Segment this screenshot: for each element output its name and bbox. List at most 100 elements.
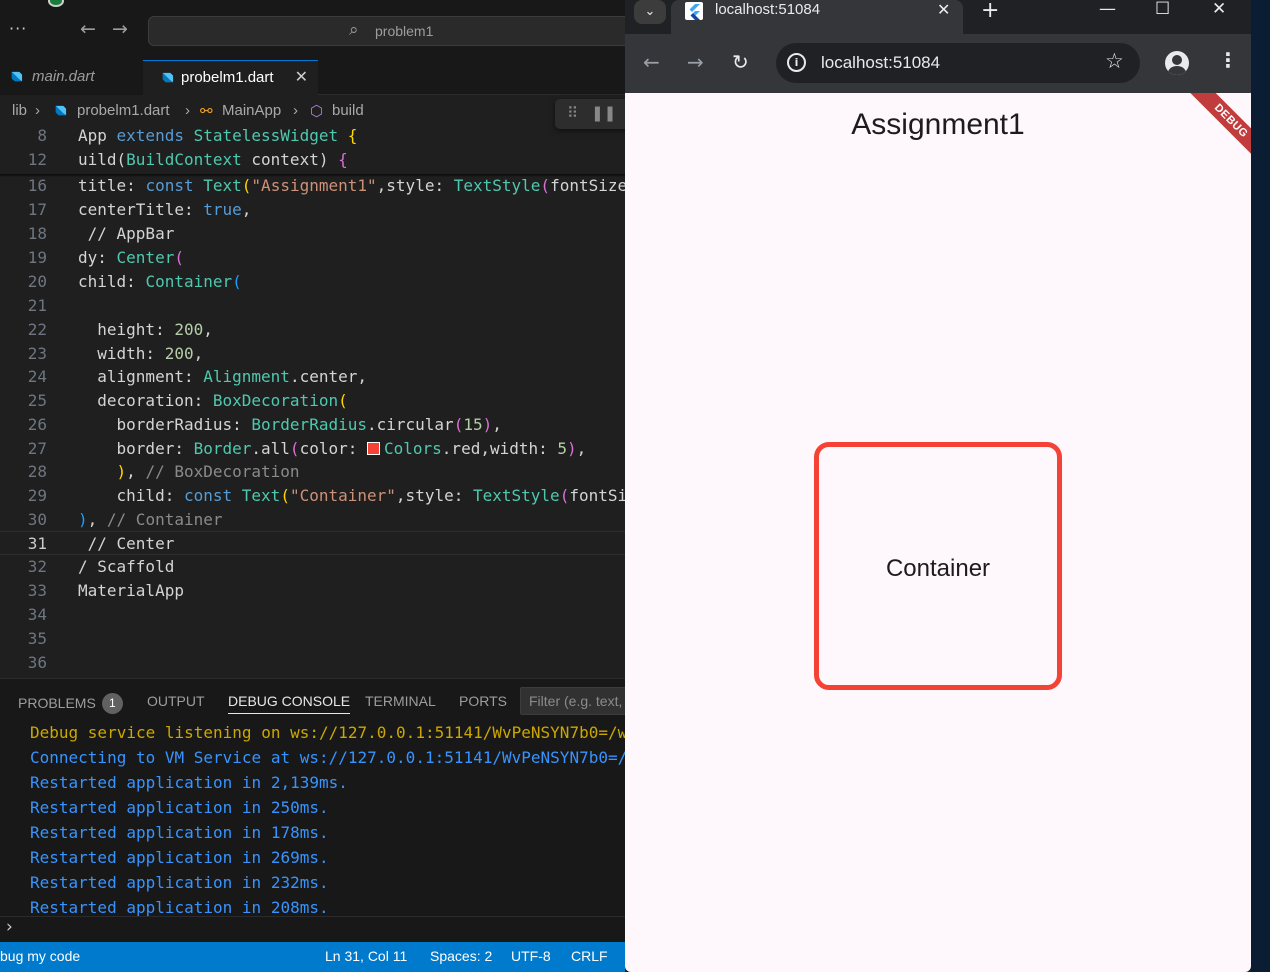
console-filter-input[interactable]: Filter (e.g. text, [520,687,625,715]
chevron-right-icon: › [6,917,13,937]
browser-toolbar: ← → ↻ i localhost:51084 ☆ ⋮ [625,34,1251,93]
code-line: 23 width: 200, [27,344,204,363]
tab-main-dart[interactable]: main.dart [0,60,143,95]
breadcrumb-folder[interactable]: lib [12,102,27,119]
command-center-text: problem1 [375,23,434,39]
code-line: 8 App extends StatelessWidget { [37,126,358,145]
status-eol[interactable]: CRLF [571,948,608,964]
window-close-icon[interactable]: ✕ [1212,0,1226,19]
code-line: 26 borderRadius: BorderRadius.circular(1… [27,415,502,434]
bottom-panel: PROBLEMS 1 OUTPUT DEBUG CONSOLE TERMINAL … [0,678,625,941]
color-swatch-red[interactable] [367,442,380,455]
dart-file-icon [55,105,67,116]
method-cube-icon: ⬡ [310,103,324,120]
app-bar-title: Assignment1 [851,108,1025,141]
flutter-app-viewport: Assignment1 DEBUG Container [625,93,1251,972]
code-line: 18 // AppBar [27,224,175,243]
class-icon: ⚯ [200,103,213,120]
desktop-background [1251,0,1270,972]
breadcrumb-class[interactable]: MainApp [222,102,281,119]
console-line: Restarted application in 250ms. [30,798,329,817]
code-line: 33 MaterialApp [27,581,184,600]
code-line: 34 [27,605,47,624]
console-line: Restarted application in 178ms. [30,823,329,842]
status-encoding[interactable]: UTF-8 [511,948,551,964]
code-line: 35 [27,629,47,648]
browser-window: ⌄ localhost:51084 ✕ + — ☐ ✕ ← → ↻ i loca… [625,0,1251,972]
dart-file-icon [162,72,174,83]
console-line: Restarted application in 232ms. [30,873,329,892]
close-tab-icon[interactable]: ✕ [937,0,950,19]
command-center-search[interactable]: ⌕ problem1 [148,16,625,46]
tab-label: main.dart [32,68,95,85]
profile-avatar-icon[interactable] [1165,51,1189,75]
new-tab-plus-icon[interactable]: + [981,0,999,23]
back-arrow-icon[interactable]: ← [643,50,660,74]
close-icon[interactable]: ✕ [295,67,308,87]
pause-icon[interactable]: ❚❚ [591,104,616,122]
browser-tab-strip: ⌄ localhost:51084 ✕ + — ☐ ✕ [625,0,1251,34]
code-line: 24 alignment: Alignment.center, [27,367,367,386]
vscode-window: ··· ← → ⌕ problem1 main.dart probelm1.da… [0,0,625,972]
tab-probelm1-dart[interactable]: probelm1.dart ✕ [143,60,318,95]
tab-output[interactable]: OUTPUT [147,693,205,709]
more-vert-icon[interactable]: ⋮ [1218,48,1238,72]
breadcrumb: lib › probelm1.dart › ⚯ MainApp › ⬡ buil… [0,96,625,124]
editor-tabs: main.dart probelm1.dart ✕ [0,60,625,95]
status-cursor-position[interactable]: Ln 31, Col 11 [325,948,407,964]
tab-ports[interactable]: PORTS [459,693,507,709]
drag-handle-icon[interactable]: ⠿ [567,104,578,122]
menu-more-icon[interactable]: ··· [9,19,27,38]
breadcrumb-file[interactable]: probelm1.dart [77,102,170,119]
browser-tab[interactable]: localhost:51084 ✕ [671,0,963,34]
code-line: 27 border: Border.all(color: Colors.red,… [27,439,587,458]
forward-arrow-icon[interactable]: → [687,50,704,74]
code-line: 36 [27,653,47,672]
flutter-favicon-icon [685,2,703,20]
forward-arrow-icon[interactable]: → [112,18,128,40]
code-editor[interactable]: 8 App extends StatelessWidget { 12 uild(Bu… [0,124,625,677]
vscode-titlebar: ··· ← → ⌕ problem1 [0,0,625,60]
console-input[interactable]: › [0,916,625,942]
minimize-icon[interactable]: — [1099,0,1116,19]
code-line: 25 decoration: BoxDecoration( [27,391,348,410]
address-bar[interactable]: i localhost:51084 ☆ [776,43,1140,83]
code-line: 21 [27,296,47,315]
bookmark-star-icon[interactable]: ☆ [1105,49,1124,73]
problems-count-badge: 1 [101,693,123,714]
code-line: 22 height: 200, [27,320,213,339]
breadcrumb-method[interactable]: build [332,102,364,119]
code-line: 29 child: const Text("Container",style: … [27,486,625,505]
status-bar: bug my code Ln 31, Col 11 Spaces: 2 UTF-… [0,942,625,972]
chevron-right-icon: › [185,102,190,119]
tab-problems[interactable]: PROBLEMS 1 [18,693,123,714]
console-line: Restarted application in 2,139ms. [30,773,348,792]
address-url: localhost:51084 [821,53,941,72]
container-text: Container [885,555,991,582]
tab-label: probelm1.dart [181,69,274,86]
status-debug[interactable]: bug my code [0,948,80,964]
maximize-icon[interactable]: ☐ [1155,0,1170,19]
code-line: 30), // Container [27,510,223,529]
site-info-icon[interactable]: i [787,53,806,72]
browser-tab-title: localhost:51084 [715,1,821,18]
code-line: 20 child: Container( [27,272,242,291]
panel-tabs: PROBLEMS 1 OUTPUT DEBUG CONSOLE TERMINAL … [0,679,625,723]
tab-debug-console[interactable]: DEBUG CONSOLE [228,693,351,714]
console-line: Restarted application in 208ms. [30,898,329,917]
reload-icon[interactable]: ↻ [732,50,749,74]
dart-file-icon [11,71,23,82]
status-indentation[interactable]: Spaces: 2 [430,948,492,964]
red-bordered-container: Container [814,442,1062,690]
back-arrow-icon[interactable]: ← [80,18,96,40]
tab-terminal[interactable]: TERMINAL [365,693,436,709]
tab-search-chevron-icon[interactable]: ⌄ [634,0,666,24]
code-line: 19 dy: Center( [27,248,184,267]
code-line: 12 uild(BuildContext context) { [27,150,348,169]
console-line: Connecting to VM Service at ws://127.0.0… [30,748,625,767]
chevron-right-icon: › [35,102,40,119]
console-line: Restarted application in 269ms. [30,848,329,867]
console-line: Debug service listening on ws://127.0.0.… [30,723,625,742]
vscode-logo-icon [48,0,64,7]
chevron-right-icon: › [293,102,298,119]
